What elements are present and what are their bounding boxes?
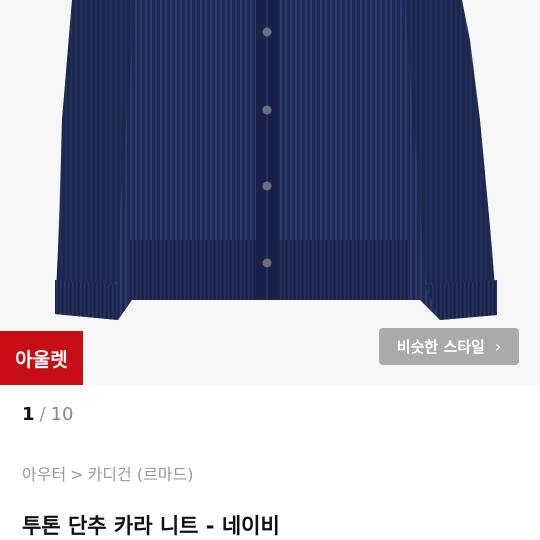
- product-image[interactable]: 아울렛 비슷한 스타일 ›: [0, 0, 540, 385]
- breadcrumb: 아우터 > 카디건 (르마드): [22, 461, 193, 485]
- outlet-badge: 아울렛: [0, 331, 83, 385]
- chevron-right-icon: ›: [494, 337, 502, 356]
- pager-separator: /: [39, 404, 46, 425]
- breadcrumb-category[interactable]: 아우터: [22, 465, 66, 484]
- breadcrumb-arrow: >: [70, 465, 84, 484]
- pager-current: 1: [22, 404, 35, 425]
- outlet-badge-label: 아울렛: [15, 348, 68, 371]
- similar-style-button[interactable]: 비슷한 스타일 ›: [379, 328, 519, 365]
- pager-total: 10: [50, 404, 74, 425]
- product-title: 투톤 단추 카라 니트 - 네이비: [22, 514, 280, 538]
- image-pager: 1/10: [22, 404, 74, 425]
- similar-style-label: 비슷한 스타일: [396, 338, 485, 356]
- breadcrumb-subcategory[interactable]: 카디건 (르마드): [88, 465, 194, 484]
